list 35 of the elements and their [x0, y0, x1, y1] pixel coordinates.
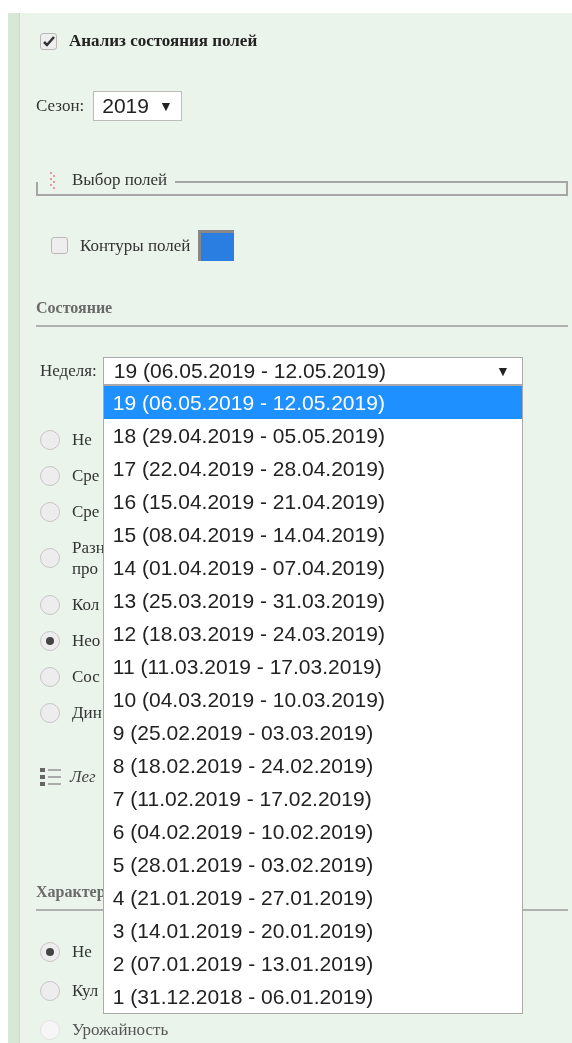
mode-radio[interactable] — [40, 594, 60, 615]
mode-label: Нео — [72, 630, 101, 651]
week-label: Неделя: — [40, 361, 97, 381]
mode-label: Разн про — [72, 537, 105, 579]
characteristic-label: Урожайность — [72, 1019, 169, 1040]
mode-radio[interactable] — [40, 666, 60, 687]
contours-checkbox[interactable] — [51, 237, 68, 254]
mode-label: Дин — [72, 702, 102, 723]
season-label: Сезон: — [36, 96, 85, 116]
mode-radio[interactable] — [40, 630, 60, 651]
mode-radio[interactable] — [40, 465, 60, 486]
contour-color-swatch[interactable] — [198, 230, 235, 261]
analysis-title: Анализ состояния полей — [69, 31, 258, 51]
legend-link[interactable]: Лег — [70, 767, 96, 787]
contours-label: Контуры полей — [80, 235, 191, 256]
legend-list-icon — [40, 767, 62, 787]
mode-radio[interactable] — [40, 548, 60, 568]
mode-radio[interactable] — [40, 429, 60, 450]
week-select[interactable]: 19 (06.05.2019 - 12.05.2019) ▼ — [102, 357, 523, 385]
field-selection-legend[interactable]: Выбор полей — [58, 170, 176, 190]
dotted-marker-icon — [48, 171, 58, 189]
mode-label: Кол — [72, 594, 100, 615]
characteristic-radio[interactable] — [40, 980, 60, 1001]
analysis-checkbox[interactable] — [40, 32, 57, 50]
mode-radio[interactable] — [40, 702, 60, 723]
characteristic-label: Кул — [72, 980, 99, 1001]
season-select[interactable]: 2019 ▼ — [93, 91, 182, 121]
mode-label: Не — [72, 429, 92, 450]
mode-label: Сос — [72, 666, 100, 687]
mode-label: Сре — [72, 501, 100, 522]
mode-radio[interactable] — [40, 501, 60, 522]
state-heading: Состояние — [36, 299, 568, 327]
mode-label: Сре — [72, 465, 100, 486]
characteristic-radio[interactable] — [40, 941, 60, 962]
characteristic-label: Не — [72, 941, 92, 962]
